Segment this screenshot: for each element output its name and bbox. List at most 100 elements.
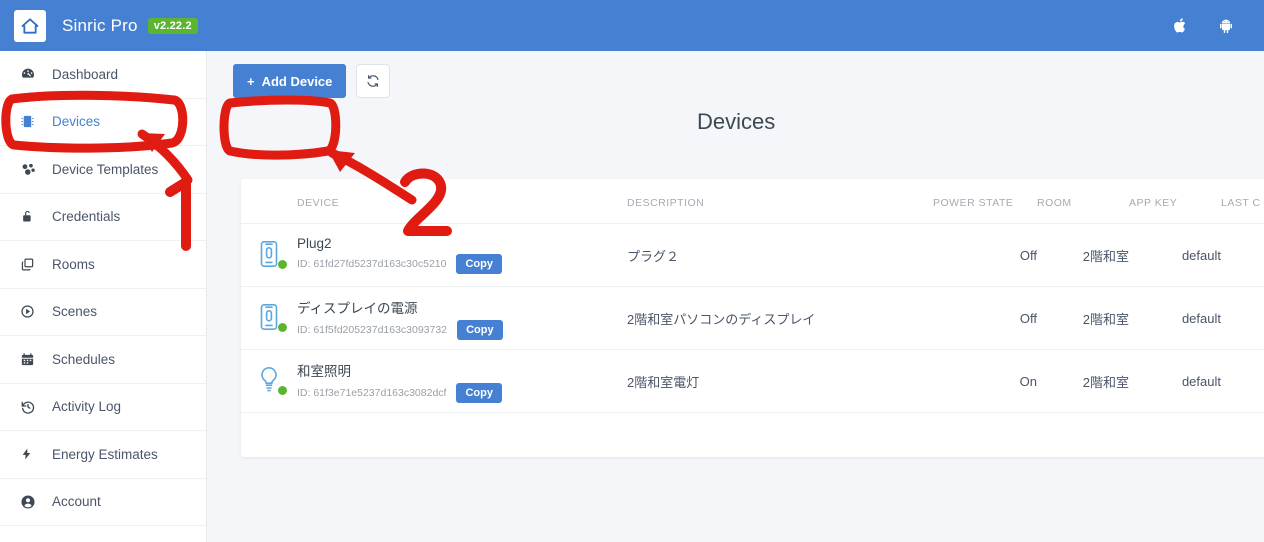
calendar-icon (20, 352, 42, 367)
sidebar-item-account[interactable]: Account (0, 479, 206, 526)
table-head: DEVICE DESCRIPTION POWER STATE ROOM APP … (241, 179, 1264, 224)
copy-id-button[interactable]: Copy (457, 319, 503, 340)
apple-icon[interactable] (1173, 17, 1188, 34)
smart-switch-icon (257, 240, 287, 270)
device-id-row: ID: 61fd27fd5237d163c30c5210 Copy (297, 254, 627, 274)
sidebar-item-dashboard[interactable]: Dashboard (0, 51, 206, 99)
sidebar-item-activity-log[interactable]: Activity Log (0, 384, 206, 431)
sidebar-item-rooms[interactable]: Rooms (0, 241, 206, 289)
device-id: ID: 61f5fd205237d163c3093732 (297, 323, 448, 336)
add-device-label: Add Device (261, 73, 333, 89)
device-power-state: Off (927, 223, 1037, 287)
device-id-row: ID: 61f5fd205237d163c3093732 Copy (297, 319, 627, 340)
refresh-icon (367, 75, 379, 87)
user-circle-icon (20, 494, 42, 510)
device-description: 2階和室パソコンのディスプレイ (627, 286, 927, 350)
sidebar-item-credentials[interactable]: Credentials (0, 194, 206, 241)
device-app-key: default (1129, 286, 1221, 350)
device-info-cell: 和室照明 ID: 61f3e71e5237d163c3082dcf Copy (297, 349, 627, 413)
column-header-device: DEVICE (297, 179, 627, 224)
device-app-key: default (1129, 223, 1221, 287)
android-icon[interactable] (1218, 17, 1234, 34)
status-dot-online (278, 386, 287, 395)
templates-icon (20, 161, 42, 178)
app-root: Sinric Pro v2.22.2 Dashboard Devices Dev… (0, 0, 1264, 542)
main-content: + Add Device Devices DEVICE DESCRIPTION … (207, 51, 1264, 542)
device-name: ディスプレイの電源 (297, 300, 418, 316)
column-header-room: ROOM (1037, 179, 1129, 224)
bolt-icon (20, 446, 42, 462)
refresh-button[interactable] (356, 64, 391, 98)
device-icon-cell (241, 349, 297, 413)
device-info-cell: ディスプレイの電源 ID: 61f5fd205237d163c3093732 C… (297, 286, 627, 350)
device-info-cell: Plug2 ID: 61fd27fd5237d163c30c5210 Copy (297, 223, 627, 287)
top-header-bar: Sinric Pro v2.22.2 (0, 0, 1264, 51)
device-power-state: On (927, 349, 1037, 413)
sidebar-item-label: Dashboard (52, 66, 119, 82)
column-header-app-key: APP KEY (1129, 179, 1221, 224)
device-id: ID: 61f3e71e5237d163c3082dcf (297, 386, 447, 399)
column-header-power-state: POWER STATE (927, 179, 1037, 224)
smart-switch-icon (257, 303, 287, 333)
sidebar-item-label: Device Templates (52, 161, 159, 177)
device-last-connected: 1 hour (1221, 286, 1264, 350)
plus-icon: + (247, 73, 255, 89)
history-icon (20, 399, 42, 415)
sidebar-item-label: Credentials (52, 209, 121, 225)
light-bulb-icon (257, 366, 287, 396)
column-header-description: DESCRIPTION (627, 179, 927, 224)
table-row[interactable]: Plug2 ID: 61fd27fd5237d163c30c5210 Copy … (241, 223, 1264, 287)
brand-title: Sinric Pro (62, 15, 138, 35)
status-dot-online (278, 323, 287, 332)
device-icon-cell (241, 223, 297, 287)
header-actions (1173, 17, 1234, 34)
table-header-row: DEVICE DESCRIPTION POWER STATE ROOM APP … (241, 179, 1264, 224)
device-room: 2階和室 (1037, 223, 1129, 287)
device-power-state: Off (927, 286, 1037, 350)
sidebar-item-label: Devices (52, 114, 101, 130)
device-description: プラグ２ (627, 223, 927, 287)
device-app-key: default (1129, 349, 1221, 413)
sidebar-item-label: Activity Log (52, 399, 122, 415)
speedometer-icon (20, 66, 42, 82)
device-name: 和室照明 (297, 363, 351, 379)
sidebar-item-label: Energy Estimates (52, 446, 158, 462)
device-room: 2階和室 (1037, 286, 1129, 350)
chip-icon (20, 114, 42, 129)
copy-id-button[interactable]: Copy (456, 382, 502, 403)
lock-icon (20, 209, 42, 224)
sidebar-item-device-templates[interactable]: Device Templates (0, 146, 206, 194)
device-last-connected: 51 min (1221, 349, 1264, 413)
device-icon-cell (241, 286, 297, 350)
home-icon (21, 17, 39, 34)
table-body: Plug2 ID: 61fd27fd5237d163c30c5210 Copy … (241, 223, 1264, 413)
sidebar-item-scenes[interactable]: Scenes (0, 289, 206, 336)
devices-toolbar: + Add Device (233, 64, 391, 98)
devices-table: DEVICE DESCRIPTION POWER STATE ROOM APP … (241, 179, 1264, 413)
table-row[interactable]: 和室照明 ID: 61f3e71e5237d163c3082dcf Copy 2… (241, 349, 1264, 413)
sidebar-item-label: Account (52, 494, 101, 510)
status-dot-online (278, 260, 287, 269)
table-row[interactable]: ディスプレイの電源 ID: 61f5fd205237d163c3093732 C… (241, 286, 1264, 350)
column-header-icon (241, 179, 297, 224)
add-device-button[interactable]: + Add Device (233, 64, 347, 98)
sidebar-item-energy-estimates[interactable]: Energy Estimates (0, 431, 206, 479)
device-id-row: ID: 61f3e71e5237d163c3082dcf Copy (297, 382, 627, 403)
version-badge: v2.22.2 (147, 17, 198, 34)
sidebar-item-label: Schedules (52, 351, 116, 367)
copy-squares-icon (20, 257, 42, 272)
column-header-last-connected: LAST C (1221, 179, 1264, 224)
sidebar-item-schedules[interactable]: Schedules (0, 336, 206, 384)
device-description: 2階和室電灯 (627, 349, 927, 413)
sidebar-nav: Dashboard Devices Device Templates Crede… (0, 51, 207, 542)
device-name: Plug2 (297, 236, 332, 251)
device-room: 2階和室 (1037, 349, 1129, 413)
sidebar-item-label: Scenes (52, 304, 98, 320)
sidebar-item-devices[interactable]: Devices (0, 99, 206, 146)
device-last-connected: 9 min (1221, 223, 1264, 287)
copy-id-button[interactable]: Copy (456, 254, 502, 274)
device-id: ID: 61fd27fd5237d163c30c5210 (297, 258, 447, 270)
app-logo (14, 9, 46, 42)
play-circle-icon (20, 304, 42, 319)
page-title: Devices (697, 109, 776, 134)
